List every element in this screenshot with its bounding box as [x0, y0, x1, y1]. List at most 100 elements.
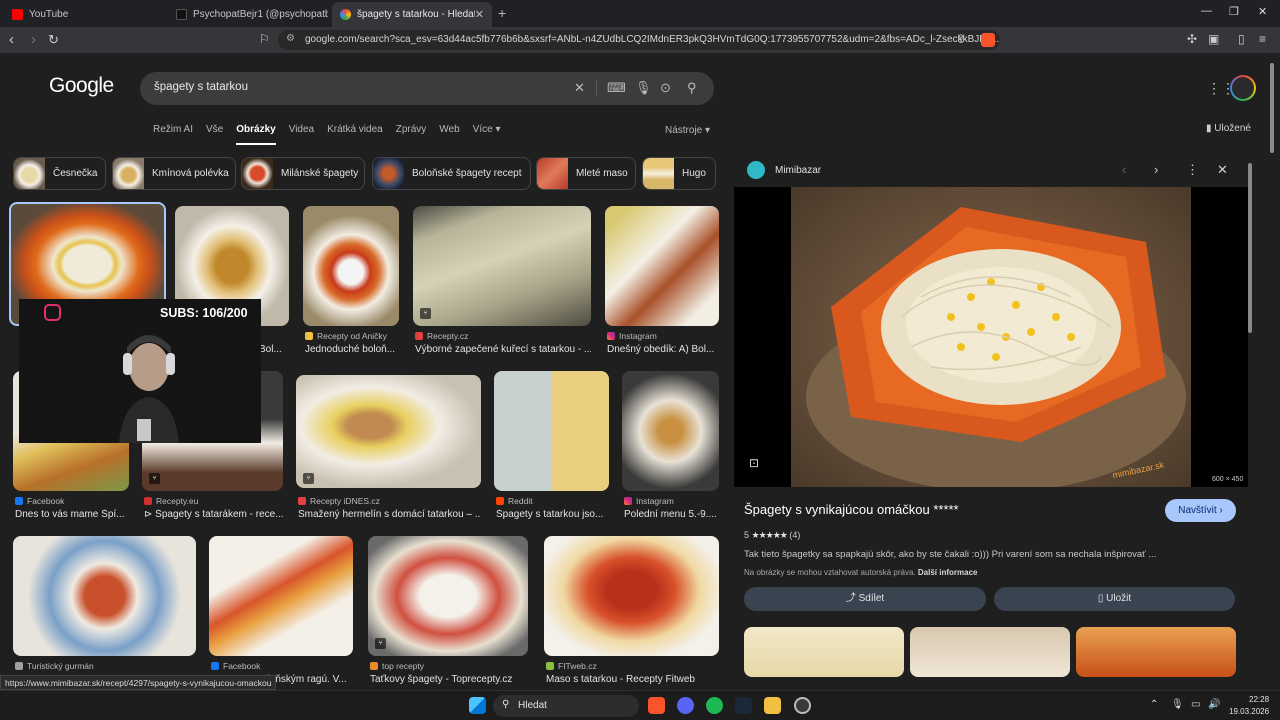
result-title[interactable]: Špagety s tatarkou jso...: [496, 509, 609, 520]
result-title[interactable]: Maso s tatarkou - Recepty Fitweb: [546, 674, 719, 685]
avatar[interactable]: [1230, 75, 1256, 101]
brave-shield-icon[interactable]: [981, 33, 995, 47]
obs-icon[interactable]: [794, 697, 811, 714]
preview-photo[interactable]: [791, 187, 1191, 487]
address-bar[interactable]: ⚙ google.com/search?sca_esv=63d44ac5fb77…: [278, 30, 1000, 50]
image-result[interactable]: Instagram Dnešný obedík: A) Bol...: [605, 206, 719, 366]
close-window-icon[interactable]: ✕: [1258, 5, 1267, 18]
windows-start-icon[interactable]: [469, 697, 486, 714]
image-result[interactable]: ⑂ top recepty Taťkovy špagety - Toprecep…: [368, 536, 528, 686]
restore-icon[interactable]: ❐: [1229, 5, 1239, 18]
result-title[interactable]: Dnes to vás mame Špí...: [15, 509, 127, 520]
chip-cesnecka[interactable]: Česnečka: [13, 157, 106, 190]
lens-icon[interactable]: ⊙: [660, 80, 671, 96]
wallet-icon[interactable]: ▣: [1208, 32, 1219, 46]
preview-scrollbar[interactable]: [1247, 158, 1253, 578]
share-button[interactable]: ⤴ Sdílet: [744, 587, 986, 611]
tab-images[interactable]: Obrázky: [236, 124, 276, 145]
chip-milanske-spagety[interactable]: Milánské špagety: [241, 157, 365, 190]
result-title[interactable]: Smažený hermelín s domácí tatarkou – ...: [298, 509, 481, 520]
brave-icon[interactable]: [648, 697, 665, 714]
result-title[interactable]: Polední menu 5.-9....: [624, 509, 719, 520]
visit-button[interactable]: Navštívit ›: [1165, 499, 1236, 522]
clear-icon[interactable]: ✕: [574, 80, 585, 96]
extensions-icon[interactable]: ✣: [1187, 32, 1197, 46]
result-thumbnail[interactable]: [622, 371, 719, 491]
preview-title[interactable]: Špagety s vynikajúcou omáčkou *****: [744, 502, 959, 517]
preview-image-area[interactable]: mimibazar.sk: [734, 187, 1248, 487]
tray-expand-icon[interactable]: ⌃: [1150, 699, 1158, 710]
next-image-icon[interactable]: ›: [1154, 162, 1158, 177]
discord-icon[interactable]: [677, 697, 694, 714]
chip-mlete-maso[interactable]: Mleté maso: [536, 157, 636, 190]
related-image[interactable]: [1076, 627, 1236, 677]
scrollbar-thumb[interactable]: [1270, 63, 1274, 153]
result-thumbnail[interactable]: [544, 536, 719, 656]
browser-tab-tiktok[interactable]: PsychopatBejr1 (@psychopatbejr1) v: [168, 2, 328, 27]
result-title[interactable]: Jednoduché boloň...: [305, 344, 399, 355]
menu-icon[interactable]: ≡: [1259, 32, 1266, 46]
preview-site[interactable]: Mimibazar: [747, 161, 821, 179]
prev-image-icon[interactable]: ‹: [1122, 162, 1126, 177]
image-result[interactable]: Turistický gurmán: [13, 536, 196, 686]
reload-icon[interactable]: ↻: [48, 31, 59, 49]
image-result[interactable]: ⑂ Recepty iDNES.cz Smažený hermelín s do…: [296, 375, 481, 525]
microphone-tray-icon[interactable]: 🎙: [1171, 699, 1184, 710]
result-title[interactable]: Dnešný obedík: A) Bol...: [607, 344, 719, 355]
share-icon[interactable]: ⇪: [956, 32, 966, 46]
site-info-icon[interactable]: ⚙: [286, 33, 295, 44]
keyboard-icon[interactable]: ⌨: [607, 80, 626, 96]
result-thumbnail[interactable]: [296, 375, 481, 488]
file-explorer-icon[interactable]: [764, 697, 781, 714]
browser-tab-youtube[interactable]: YouTube: [4, 2, 164, 27]
tab-all[interactable]: Vše: [206, 124, 223, 145]
search-icon[interactable]: ⚲: [687, 80, 697, 96]
volume-icon[interactable]: 🔊: [1208, 699, 1220, 710]
search-box[interactable]: ✕ ⌨ 🎙 ⊙ ⚲: [140, 72, 714, 105]
image-result[interactable]: FITweb.cz Maso s tatarkou - Recepty Fitw…: [544, 536, 719, 686]
result-thumbnail[interactable]: [303, 206, 399, 326]
result-thumbnail[interactable]: [13, 536, 196, 656]
tab-more[interactable]: Více ▾: [473, 124, 501, 145]
tools-button[interactable]: Nástroje ▾: [665, 125, 710, 136]
related-image[interactable]: [910, 627, 1070, 677]
taskbar-search[interactable]: ⚲ Hledat: [493, 695, 639, 717]
chip-kminova-polevka[interactable]: Kmínová polévka: [112, 157, 236, 190]
scrollbar-thumb[interactable]: [1248, 163, 1252, 333]
result-thumbnail[interactable]: [605, 206, 719, 326]
tab-web[interactable]: Web: [439, 124, 459, 145]
result-thumbnail[interactable]: [368, 536, 528, 656]
browser-tab-google[interactable]: špagety s tatarkou - Hledat Goo ✕: [332, 2, 492, 27]
chip-bolonske-spagety[interactable]: Boloňské špagety recept: [372, 157, 531, 190]
clock[interactable]: 22:28 19.03.2026: [1229, 694, 1269, 718]
image-result[interactable]: ⑂ Recepty.cz Výborné zapečené kuřecí s t…: [413, 206, 591, 366]
chip-hugo[interactable]: Hugo: [642, 157, 716, 190]
back-icon[interactable]: ‹: [9, 31, 14, 49]
result-thumbnail[interactable]: [494, 371, 609, 491]
more-options-icon[interactable]: ⋮: [1186, 162, 1199, 178]
google-logo[interactable]: Google: [49, 74, 114, 98]
result-thumbnail[interactable]: [209, 536, 353, 656]
page-scrollbar[interactable]: [1268, 53, 1276, 690]
image-result[interactable]: Recepty od Aničky Jednoduché boloň...: [303, 206, 399, 366]
image-result[interactable]: Instagram Polední menu 5.-9....: [622, 371, 719, 526]
close-preview-icon[interactable]: ✕: [1217, 162, 1228, 178]
tab-short-videos[interactable]: Krátká videa: [327, 124, 383, 145]
result-title[interactable]: Bol...: [259, 344, 289, 355]
result-title[interactable]: ⊳ Špagety s tatarákem - rece...: [144, 509, 283, 520]
saved-button[interactable]: ▮ Uložené: [1206, 123, 1251, 134]
result-title[interactable]: Taťkovy špagety - Toprecepty.cz: [370, 674, 528, 685]
sidebar-icon[interactable]: ▯: [1238, 32, 1245, 46]
minimize-icon[interactable]: —: [1201, 5, 1212, 17]
bookmark-icon[interactable]: ⚐: [259, 32, 270, 46]
spotify-icon[interactable]: [706, 697, 723, 714]
tab-ai-mode[interactable]: Režim AI: [153, 124, 193, 145]
result-title[interactable]: Výborné zapečené kuřecí s tatarkou - ...: [415, 344, 591, 355]
steam-icon[interactable]: [735, 697, 752, 714]
image-result[interactable]: Facebook oloňským ragú. V...: [209, 536, 353, 686]
save-button[interactable]: ▯ Uložit: [994, 587, 1235, 611]
lens-search-icon[interactable]: ⊡: [749, 456, 759, 470]
related-image[interactable]: [744, 627, 904, 677]
more-info-link[interactable]: Další informace: [918, 568, 978, 577]
tab-news[interactable]: Zprávy: [396, 124, 427, 145]
